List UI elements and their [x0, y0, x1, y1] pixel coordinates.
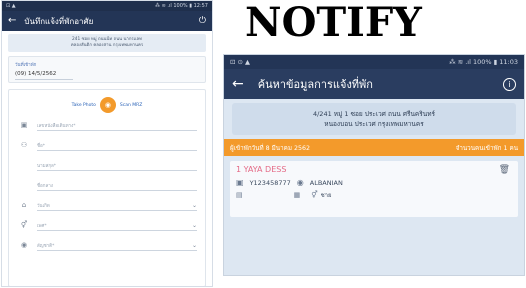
gender-icon: ⚥: [311, 191, 318, 199]
right-address-panel: 4/241 หมู่ 1 ซอย ประเวศ ถนน ศรีนครินทร์ …: [232, 103, 516, 135]
last-name-field[interactable]: นามสกุล*: [17, 156, 197, 174]
guest-passport-number: Y123458777: [249, 178, 291, 187]
camera-icon[interactable]: ◉: [99, 97, 116, 113]
globe-icon: ◉: [20, 241, 28, 249]
birthdate-placeholder: วันเกิด: [37, 204, 50, 209]
photo-row: Take Photo ◉ Scan MRZ: [17, 96, 197, 114]
gender-select[interactable]: ⚥ เพศ* ⌄: [17, 216, 197, 234]
checkin-date-field[interactable]: (09) 14/5/2562: [15, 71, 73, 80]
passport-icon: ▣: [20, 121, 28, 129]
id-card-icon: ▤: [236, 191, 243, 199]
last-name-placeholder: นามสกุล*: [37, 164, 57, 169]
middle-name-placeholder: ชื่อกลาง: [37, 184, 53, 189]
power-icon[interactable]: ⏻: [199, 16, 206, 26]
checkin-date-card: วันที่เข้าพัก (09) 14/5/2562: [8, 56, 206, 83]
middle-name-field[interactable]: ชื่อกลาง: [17, 176, 197, 194]
trash-icon[interactable]: 🗑: [499, 165, 510, 175]
screenshot-root: ⊡ ▲ ⁂ ≋ .ıl 100% ▮ 12:57 ← บันทึกแจ้งที่…: [0, 0, 526, 288]
left-status-bar: ⊡ ▲ ⁂ ≋ .ıl 100% ▮ 12:57: [2, 1, 212, 11]
left-app-bar: ← บันทึกแจ้งที่พักอาศัย ⏻: [2, 11, 212, 31]
right-address-line2: หนองบอน ประเวศ กรุงเทพมหานคร: [324, 120, 424, 128]
guest-count-text: จำนวนคนเข้าพัก 1 คน: [455, 144, 518, 152]
left-status-right: ⁂ ≋ .ıl 100% ▮ 12:57: [155, 3, 208, 9]
chevron-down-icon: ⌄: [191, 202, 197, 209]
nationality-placeholder: สัญชาติ*: [37, 244, 55, 249]
right-app-bar: ← ค้นหาข้อมูลการแจ้งที่พัก i: [224, 69, 524, 99]
left-phone-screen: ⊡ ▲ ⁂ ≋ .ıl 100% ▮ 12:57 ← บันทึกแจ้งที่…: [1, 0, 213, 287]
right-address-line1: 4/241 หมู่ 1 ซอย ประเวศ ถนน ศรีนครินทร์: [312, 110, 435, 118]
checkin-date-label: วันที่เข้าพัก: [15, 63, 37, 68]
back-arrow-icon[interactable]: ←: [8, 16, 16, 26]
left-address-line2: คลองสันติก คลองสาน กรุงเทพมหานคร: [70, 43, 144, 48]
first-name-field[interactable]: ⚇ ชื่อ*: [17, 136, 197, 154]
gender-placeholder: เพศ*: [37, 224, 47, 229]
guest-nationality: ALBANIAN: [309, 178, 343, 187]
notify-heading: NOTIFY: [245, 0, 422, 46]
guest-form: Take Photo ◉ Scan MRZ ▣ เลขหนังสือเดินทา…: [8, 89, 206, 286]
left-page-title: บันทึกแจ้งที่พักอาศัย: [24, 16, 94, 26]
passport-icon: ▣: [236, 178, 244, 187]
nationality-select[interactable]: ◉ สัญชาติ* ⌄: [17, 236, 197, 254]
right-status-right: ⁂ ≋ .ıl 100% ▮ 11:03: [449, 58, 518, 66]
stay-summary-bar: ผู้เข้าพักวันที่ 8 มีนาคม 2562 จำนวนคนเข…: [224, 139, 524, 156]
cake-icon: ⌂: [21, 201, 27, 209]
passport-number-field[interactable]: ▣ เลขหนังสือเดินทาง*: [17, 116, 197, 134]
guest-detail-row: ▤ ▦ ⚥ ชาย: [236, 190, 512, 200]
right-phone-screen: ⊡ ⊙ ▲ ⁂ ≋ .ıl 100% ▮ 11:03 ← ค้นหาข้อมูล…: [223, 54, 525, 276]
chevron-down-icon: ⌄: [191, 242, 197, 249]
right-status-bar: ⊡ ⊙ ▲ ⁂ ≋ .ıl 100% ▮ 11:03: [224, 55, 524, 69]
passport-number-placeholder: เลขหนังสือเดินทาง*: [37, 124, 76, 129]
first-name-placeholder: ชื่อ*: [37, 144, 46, 149]
guest-name: 1 YAYA DESS: [236, 165, 287, 174]
guest-gender: ชาย: [320, 192, 332, 199]
left-address-panel: 241 ซอย หมู่ ถนนนีท ถนน นากรแลท คลองสันต…: [8, 34, 206, 52]
guest-passport-row: ▣ Y123458777 ◉ ALBANIAN: [236, 178, 512, 187]
right-page-title: ค้นหาข้อมูลการแจ้งที่พัก: [257, 78, 373, 91]
take-photo-link[interactable]: Take Photo: [72, 103, 96, 108]
birthdate-select[interactable]: ⌂ วันเกิด ⌄: [17, 196, 197, 214]
globe-icon: ◉: [296, 178, 304, 187]
person-icon: ⚇: [20, 141, 28, 149]
info-icon[interactable]: i: [503, 77, 516, 91]
guest-card[interactable]: 1 YAYA DESS 🗑 ▣ Y123458777 ◉ ALBANIAN ▤ …: [230, 161, 518, 217]
calendar-icon: ▦: [293, 191, 301, 199]
right-status-icons: ⊡ ⊙ ▲: [230, 58, 251, 66]
chevron-down-icon: ⌄: [191, 222, 197, 229]
back-arrow-icon[interactable]: ←: [232, 76, 244, 92]
left-status-icons: ⊡ ▲: [6, 3, 16, 9]
gender-icon: ⚥: [20, 221, 28, 229]
scan-mrz-link[interactable]: Scan MRZ: [120, 103, 142, 108]
checkin-date-text: ผู้เข้าพักวันที่ 8 มีนาคม 2562: [230, 144, 311, 152]
